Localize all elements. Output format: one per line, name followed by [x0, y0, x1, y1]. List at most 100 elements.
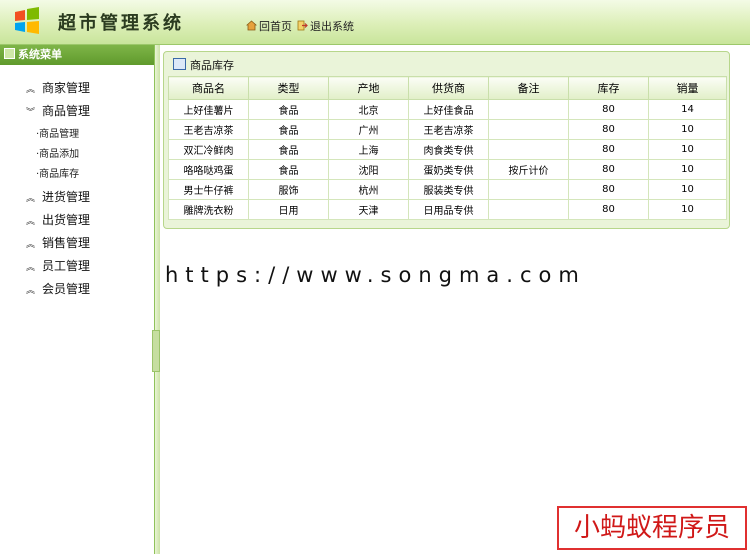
chevron-down-icon: ︾ [26, 108, 36, 118]
submenu-goods-stock[interactable]: ·商品库存 [36, 165, 79, 180]
chevron-up-icon: ︽ [26, 217, 36, 227]
table-cell: 男士牛仔裤 [168, 179, 249, 200]
table-cell: 80 [568, 159, 649, 180]
table-cell: 14 [648, 99, 727, 120]
menu-shipment[interactable]: ︽ 出货管理 [26, 211, 90, 228]
table-cell: 蛋奶类专供 [408, 159, 489, 180]
sidebar-splitter[interactable] [155, 45, 160, 554]
table-cell: 咯咯哒鸡蛋 [168, 159, 249, 180]
table-cell: 服装类专供 [408, 179, 489, 200]
table-row: 雕牌洗衣粉 日用 天津 日用品专供 80 10 [168, 199, 727, 220]
table-cell: 广州 [328, 119, 409, 140]
menu-label: 进货管理 [42, 190, 91, 204]
sidebar-heading-label: 系统菜单 [18, 48, 62, 61]
panel-title: 商品库存 [173, 57, 234, 73]
table-cell: 王老吉凉茶 [168, 119, 249, 140]
table-cell: 10 [648, 119, 727, 140]
table-cell: 服饰 [248, 179, 329, 200]
menu-purchase[interactable]: ︽ 进货管理 [26, 188, 90, 205]
windows-logo-icon [15, 7, 39, 34]
splitter-handle[interactable] [152, 330, 160, 372]
table-cell: 10 [648, 179, 727, 200]
table-header-row: 商品名 类型 产地 供货商 备注 库存 销量 [168, 76, 727, 100]
table-cell: 上海 [328, 139, 409, 160]
table-cell: 雕牌洗衣粉 [168, 199, 249, 220]
table-cell: 王老吉凉茶 [408, 119, 489, 140]
brand-stamp: 小蚂蚁程序员 [557, 506, 747, 550]
column-header: 商品名 [168, 76, 249, 100]
table-cell: 80 [568, 199, 649, 220]
home-link[interactable]: 回首页 [246, 18, 292, 34]
chevron-up-icon: ︽ [26, 263, 36, 273]
home-link-label: 回首页 [259, 20, 292, 33]
panel-title-label: 商品库存 [190, 59, 234, 72]
menu-label: 会员管理 [42, 282, 91, 296]
table-cell: 北京 [328, 99, 409, 120]
column-header: 产地 [328, 76, 409, 100]
url-watermark: https://www.songma.com [165, 263, 586, 287]
table-cell: 天津 [328, 199, 409, 220]
menu-label: 员工管理 [42, 259, 91, 273]
submenu-goods-add[interactable]: ·商品添加 [36, 145, 79, 160]
table-cell: 10 [648, 159, 727, 180]
table-cell: 杭州 [328, 179, 409, 200]
menu-label: 出货管理 [42, 213, 91, 227]
table-cell: 食品 [248, 119, 329, 140]
menu-staff[interactable]: ︽ 员工管理 [26, 257, 90, 274]
table-cell [488, 199, 569, 220]
chevron-up-icon: ︽ [26, 240, 36, 250]
table-row: 上好佳薯片 食品 北京 上好佳食品 80 14 [168, 99, 727, 120]
table-row: 男士牛仔裤 服饰 杭州 服装类专供 80 10 [168, 179, 727, 200]
chevron-up-icon: ︽ [26, 286, 36, 296]
menu-merchant[interactable]: ︽ 商家管理 [26, 79, 90, 96]
table-cell: 80 [568, 119, 649, 140]
stock-table: 商品名 类型 产地 供货商 备注 库存 销量 上好佳薯片 食品 北京 上好佳食品… [168, 76, 727, 220]
submenu-goods-manage[interactable]: ·商品管理 [36, 125, 79, 140]
sidebar-heading: 系统菜单 [0, 45, 154, 65]
table-cell: 肉食类专供 [408, 139, 489, 160]
table-cell [488, 99, 569, 120]
chevron-up-icon: ︽ [26, 194, 36, 204]
menu-icon [4, 48, 15, 59]
logout-link[interactable]: 退出系统 [297, 18, 354, 34]
table-cell: 10 [648, 199, 727, 220]
table-cell: 80 [568, 139, 649, 160]
column-header: 备注 [488, 76, 569, 100]
column-header: 类型 [248, 76, 329, 100]
table-cell: 10 [648, 139, 727, 160]
stock-panel: 商品库存 商品名 类型 产地 供货商 备注 库存 销量 上好佳薯片 食品 北京 … [163, 51, 730, 229]
table-cell: 食品 [248, 139, 329, 160]
menu-member[interactable]: ︽ 会员管理 [26, 280, 90, 297]
column-header: 销量 [648, 76, 727, 100]
table-row: 王老吉凉茶 食品 广州 王老吉凉茶 80 10 [168, 119, 727, 140]
table-row: 咯咯哒鸡蛋 食品 沈阳 蛋奶类专供 按斤计价 80 10 [168, 159, 727, 180]
chevron-up-icon: ︽ [26, 85, 36, 95]
menu-goods[interactable]: ︾ 商品管理 [26, 102, 90, 119]
table-cell: 沈阳 [328, 159, 409, 180]
logout-link-label: 退出系统 [310, 20, 354, 33]
column-header: 供货商 [408, 76, 489, 100]
sidebar: 系统菜单 ︽ 商家管理 ︾ 商品管理 ·商品管理 ·商品添加 ·商品库存 ︽ 进货管理… [0, 45, 156, 554]
table-cell: 日用 [248, 199, 329, 220]
table-cell [488, 139, 569, 160]
column-header: 库存 [568, 76, 649, 100]
table-cell [488, 179, 569, 200]
table-cell: 上好佳食品 [408, 99, 489, 120]
table-row: 双汇冷鲜肉 食品 上海 肉食类专供 80 10 [168, 139, 727, 160]
table-cell: 80 [568, 99, 649, 120]
table-cell: 食品 [248, 99, 329, 120]
logout-icon [297, 20, 308, 31]
table-cell: 日用品专供 [408, 199, 489, 220]
table-cell: 80 [568, 179, 649, 200]
app-header: 超市管理系统 回首页 退出系统 [0, 0, 750, 45]
table-cell: 食品 [248, 159, 329, 180]
menu-sales[interactable]: ︽ 销售管理 [26, 234, 90, 251]
window-icon [173, 58, 186, 70]
table-cell [488, 119, 569, 140]
menu-label: 销售管理 [42, 236, 91, 250]
app-title: 超市管理系统 [58, 13, 184, 34]
menu-label: 商家管理 [42, 81, 91, 95]
table-cell: 上好佳薯片 [168, 99, 249, 120]
menu-label: 商品管理 [42, 104, 91, 118]
home-icon [246, 20, 257, 31]
